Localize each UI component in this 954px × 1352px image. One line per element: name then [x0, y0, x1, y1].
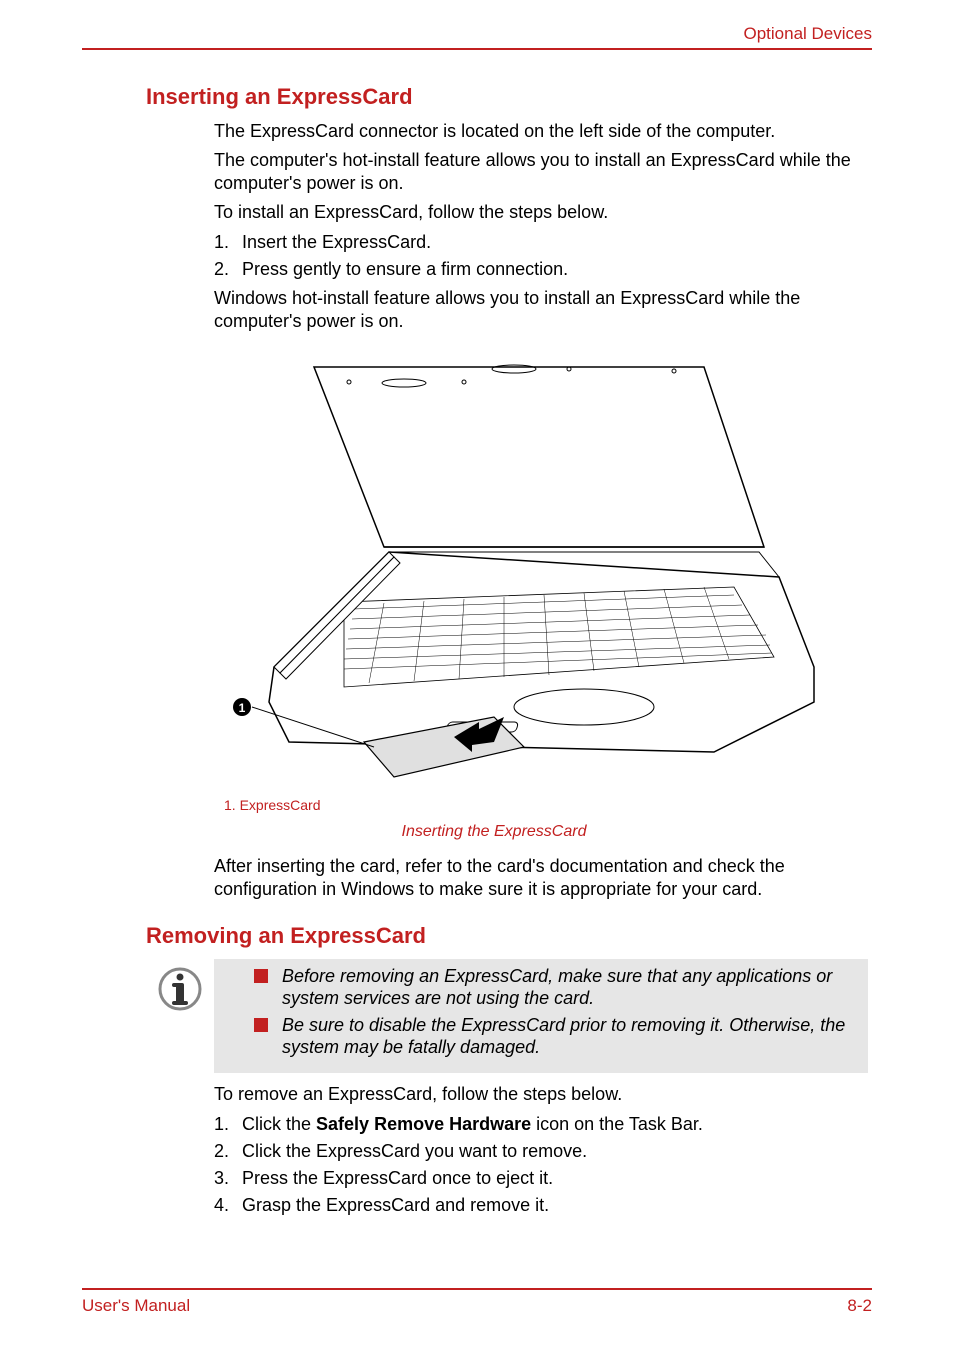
section2-p1: To remove an ExpressCard, follow the ste… [214, 1083, 868, 1106]
note-text: Be sure to disable the ExpressCard prior… [282, 1014, 858, 1059]
footer-rule [82, 1288, 872, 1290]
note-text: Before removing an ExpressCard, make sur… [282, 965, 858, 1010]
figure-caption: Inserting the ExpressCard [214, 823, 774, 841]
section1-heading: Inserting an ExpressCard [146, 84, 872, 110]
footer-left: User's Manual [82, 1296, 190, 1316]
svg-text:1: 1 [239, 701, 246, 715]
list-item: 1. Insert the ExpressCard. [214, 230, 872, 255]
note-box: Before removing an ExpressCard, make sur… [214, 959, 868, 1073]
step-text: Grasp the ExpressCard and remove it. [242, 1193, 549, 1218]
footer: User's Manual 8-2 [82, 1288, 872, 1316]
footer-right: 8-2 [847, 1296, 872, 1316]
step-text: Click the Safely Remove Hardware icon on… [242, 1112, 703, 1137]
step-pre: Grasp the ExpressCard and remove it. [242, 1195, 549, 1215]
step-pre: Click the [242, 1114, 316, 1134]
section1-p4: Windows hot-install feature allows you t… [214, 287, 868, 333]
step-number: 3. [214, 1166, 242, 1191]
step-bold: Safely Remove Hardware [316, 1114, 531, 1134]
laptop-illustration-icon: 1 [214, 347, 834, 797]
section1-p5: After inserting the card, refer to the c… [214, 855, 868, 901]
step-text: Insert the ExpressCard. [242, 230, 431, 255]
figure-laptop: 1 [214, 347, 834, 797]
list-item: 2. Press gently to ensure a firm connect… [214, 257, 872, 282]
info-icon [156, 965, 204, 1013]
step-text: Click the ExpressCard you want to remove… [242, 1139, 587, 1164]
list-item: 2. Click the ExpressCard you want to rem… [214, 1139, 872, 1164]
list-item: 1. Click the Safely Remove Hardware icon… [214, 1112, 872, 1137]
step-number: 4. [214, 1193, 242, 1218]
list-item: Before removing an ExpressCard, make sur… [254, 965, 858, 1010]
section1-p2: The computer's hot-install feature allow… [214, 149, 868, 195]
step-post: icon on the Task Bar. [531, 1114, 703, 1134]
figure-legend: 1. ExpressCard [224, 797, 872, 813]
section1-steps: 1. Insert the ExpressCard. 2. Press gent… [214, 230, 872, 282]
square-bullet-icon [254, 1018, 268, 1032]
step-number: 1. [214, 1112, 242, 1137]
section2-heading: Removing an ExpressCard [146, 923, 872, 949]
square-bullet-icon [254, 969, 268, 983]
page: Optional Devices Inserting an ExpressCar… [0, 0, 954, 1352]
section2-steps: 1. Click the Safely Remove Hardware icon… [214, 1112, 872, 1219]
step-number: 1. [214, 230, 242, 255]
list-item: 3. Press the ExpressCard once to eject i… [214, 1166, 872, 1191]
note-list: Before removing an ExpressCard, make sur… [254, 965, 858, 1059]
step-pre: Click the ExpressCard you want to remove… [242, 1141, 587, 1161]
header-rule [82, 48, 872, 50]
step-text: Press the ExpressCard once to eject it. [242, 1166, 553, 1191]
section1-p1: The ExpressCard connector is located on … [214, 120, 868, 143]
list-item: 4. Grasp the ExpressCard and remove it. [214, 1193, 872, 1218]
step-number: 2. [214, 1139, 242, 1164]
header-section-label: Optional Devices [82, 24, 872, 44]
list-item: Be sure to disable the ExpressCard prior… [254, 1014, 858, 1059]
section1-p3: To install an ExpressCard, follow the st… [214, 201, 868, 224]
step-number: 2. [214, 257, 242, 282]
step-pre: Press the ExpressCard once to eject it. [242, 1168, 553, 1188]
step-text: Press gently to ensure a firm connection… [242, 257, 568, 282]
